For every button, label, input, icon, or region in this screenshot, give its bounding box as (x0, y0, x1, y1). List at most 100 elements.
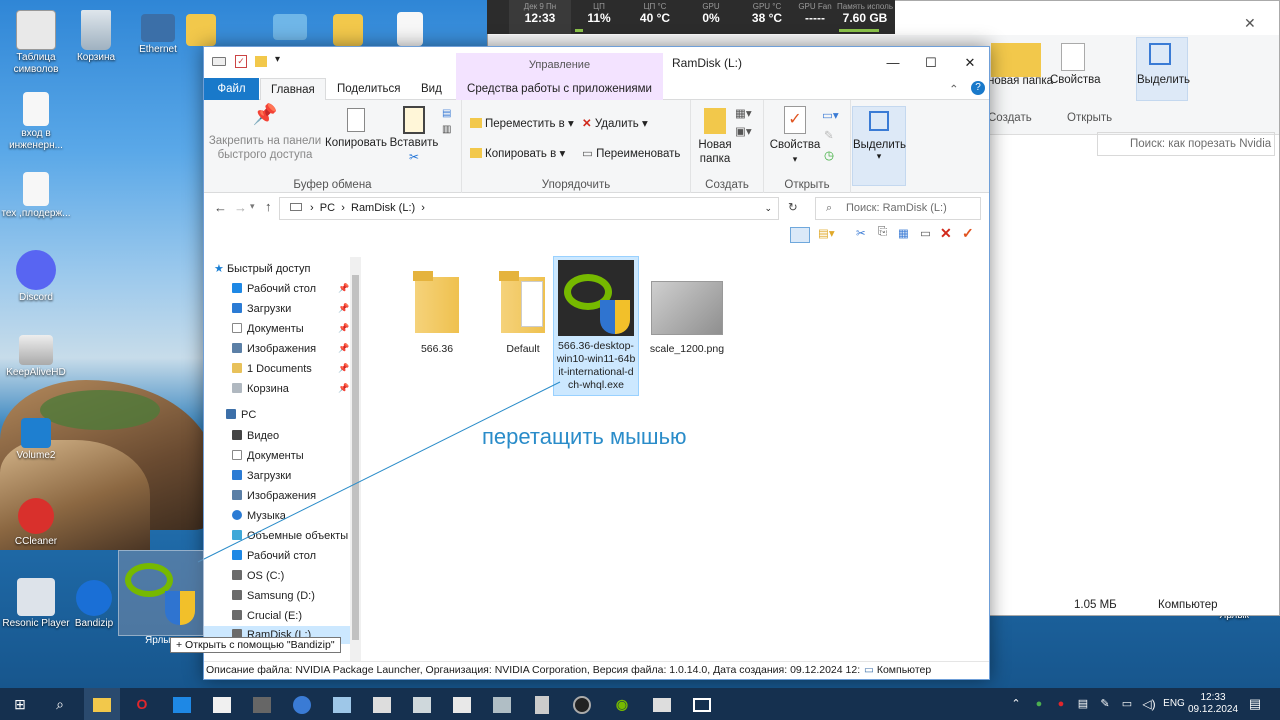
nav-3d-objects[interactable]: Объемные объекты (232, 526, 348, 546)
check-icon[interactable]: ✓ (962, 225, 974, 242)
desktop-icon-folder[interactable] (186, 10, 216, 48)
address-bar[interactable]: › PC › RamDisk (L:) › ⌄ (279, 197, 779, 220)
desktop-icon-file-b[interactable]: тех ,плодерж... (0, 172, 72, 220)
tab-manage[interactable]: Управление (456, 53, 663, 78)
search-button[interactable]: ⌕ (42, 688, 78, 720)
tab-file[interactable]: Файл (204, 78, 259, 100)
nav-pc-documents[interactable]: Документы (232, 446, 304, 466)
desktop-icon-folder-2[interactable] (328, 10, 368, 48)
properties-button[interactable]: ✓ Свойства ▾ (766, 106, 824, 166)
bg-new-folder-label[interactable]: новая папка (988, 75, 1053, 87)
taskbar-app-10[interactable] (564, 688, 600, 720)
taskbar-app-12[interactable] (684, 688, 720, 720)
nav-pictures[interactable]: Изображения (232, 339, 316, 359)
explorer-window[interactable]: ✓ ▾ Управление RamDisk (L:) — ☐ ✕ Файл Г… (203, 46, 990, 680)
address-dropdown-icon[interactable]: ⌄ (764, 198, 772, 219)
file-item-nvidia-exe[interactable]: 566.36-desktop-win10-win11-64bit-interna… (553, 256, 639, 396)
paste-shortcut-icon[interactable]: ▥ (442, 124, 451, 135)
taskbar-opera[interactable]: O (124, 688, 160, 720)
tab-view[interactable]: Вид (411, 78, 452, 100)
path-drive[interactable]: RamDisk (L:) (351, 202, 415, 214)
tray-shield-icon[interactable]: ● (1028, 688, 1050, 720)
taskbar-app-2[interactable] (204, 688, 240, 720)
nav-pc-desktop[interactable]: Рабочий стол (232, 546, 316, 566)
details-pane-icon[interactable] (790, 227, 810, 243)
copy-button[interactable]: Копировать (324, 108, 388, 150)
pin-icon[interactable]: 📌 (338, 343, 349, 354)
recent-dropdown-icon[interactable]: ▾ (250, 201, 255, 212)
open-icon[interactable]: ▭▾ (822, 108, 839, 122)
paste-button[interactable]: Вставить ✂ (388, 106, 440, 164)
tray-clock[interactable]: 12:33 09.12.2024 (1188, 688, 1238, 720)
bg-close-icon[interactable]: ✕ (1244, 15, 1256, 32)
search-input[interactable]: ⌕ Поиск: RamDisk (L:) (815, 197, 981, 220)
nav-1-documents[interactable]: 1 Documents (232, 359, 312, 379)
tab-share[interactable]: Поделиться (327, 78, 411, 100)
qat-dropdown-icon[interactable]: ▾ (275, 54, 280, 65)
pin-icon[interactable]: 📌 (338, 283, 349, 294)
pin-icon[interactable]: 📌 (338, 383, 349, 394)
nav-pc[interactable]: PC (226, 405, 256, 425)
close-button[interactable]: ✕ (951, 47, 989, 78)
taskbar-app-3[interactable] (244, 688, 280, 720)
tab-app-tools[interactable]: Средства работы с приложениями (456, 78, 663, 100)
new-folder-button[interactable]: Новая папка (695, 108, 735, 166)
desktop-icon-file-a[interactable]: вход в инженерн... (0, 92, 72, 152)
tray-volume-icon[interactable]: ◁) (1138, 688, 1160, 720)
help-icon[interactable]: ? (971, 81, 985, 95)
back-icon[interactable]: ← (214, 200, 227, 215)
copy-path-icon[interactable]: ▤ (442, 108, 451, 119)
desktop-icon-keepalive[interactable]: KeepAliveHD (0, 335, 72, 379)
desktop-icon-file[interactable] (390, 10, 430, 48)
desktop-icon-pc[interactable] (250, 10, 330, 42)
delete-button[interactable]: ✕ Удалить ▾ (582, 116, 648, 130)
notification-icon[interactable]: ▤ (1240, 688, 1270, 720)
up-icon[interactable]: ↑ (265, 199, 272, 214)
tray-network-icon[interactable]: ▤ (1072, 688, 1094, 720)
desktop-icon-discord[interactable]: Discord (0, 250, 72, 304)
nav-scrollbar-thumb[interactable] (352, 275, 359, 640)
nav-music[interactable]: Музыка (232, 506, 286, 526)
taskbar-app-8[interactable] (444, 688, 480, 720)
path-pc[interactable]: PC (320, 202, 335, 214)
file-item-folder-56636[interactable]: 566.36 (395, 263, 479, 356)
forward-icon[interactable]: → (234, 200, 247, 215)
taskbar-app-9[interactable] (484, 688, 520, 720)
nav-documents[interactable]: Документы (232, 319, 304, 339)
cut-icon[interactable]: ✂ (856, 226, 866, 240)
desktop-icon-volume2[interactable]: Volume2 (0, 418, 72, 462)
rename-button[interactable]: ▭ Переименовать (582, 146, 680, 160)
new-item-icon[interactable]: ▦▾ (735, 106, 752, 120)
nav-downloads[interactable]: Загрузки (232, 299, 291, 319)
tray-display-icon[interactable]: ▭ (1116, 688, 1138, 720)
taskbar-calculator[interactable] (524, 688, 560, 720)
start-button[interactable]: ⊞ (2, 688, 38, 720)
properties-qat-icon[interactable]: ✓ (235, 55, 247, 68)
taskbar-app-7[interactable] (404, 688, 440, 720)
tray-language[interactable]: ENG (1160, 688, 1188, 720)
cut-icon[interactable]: ✂ (388, 150, 440, 164)
nav-pc-downloads[interactable]: Загрузки (232, 466, 291, 486)
taskbar-app-1[interactable] (164, 688, 200, 720)
pin-icon[interactable]: 📌 (338, 303, 349, 314)
tab-home[interactable]: Главная (260, 78, 326, 100)
desktop-icon-ethernet[interactable]: Ethernet (122, 10, 194, 56)
minimize-button[interactable]: — (874, 47, 912, 78)
pin-icon[interactable]: 📌 (338, 323, 349, 334)
nav-drive-d[interactable]: Samsung (D:) (232, 586, 315, 606)
select-all-icon[interactable]: ▦ (898, 226, 909, 240)
pin-quick-access-button[interactable]: 📌 Закрепить на панели быстрого доступа (206, 105, 324, 162)
taskbar-app-4[interactable] (284, 688, 320, 720)
nav-videos[interactable]: Видео (232, 426, 279, 446)
collapse-ribbon-icon[interactable]: ⌃ (949, 82, 959, 96)
easy-access-icon[interactable]: ▣▾ (735, 124, 752, 138)
taskbar-nvidia[interactable]: ◉ (604, 688, 640, 720)
bg-properties-label[interactable]: Свойства (1050, 74, 1101, 86)
delete-icon[interactable]: ✕ (940, 225, 952, 242)
move-to-button[interactable]: Переместить в ▾ (470, 116, 574, 130)
nav-drive-c[interactable]: OS (C:) (232, 566, 284, 586)
nav-pc-pictures[interactable]: Изображения (232, 486, 316, 506)
copy-to-button[interactable]: Копировать в ▾ (470, 146, 565, 160)
file-item-png[interactable]: scale_1200.png (645, 263, 729, 356)
paste-icon[interactable]: ▭ (920, 226, 931, 240)
